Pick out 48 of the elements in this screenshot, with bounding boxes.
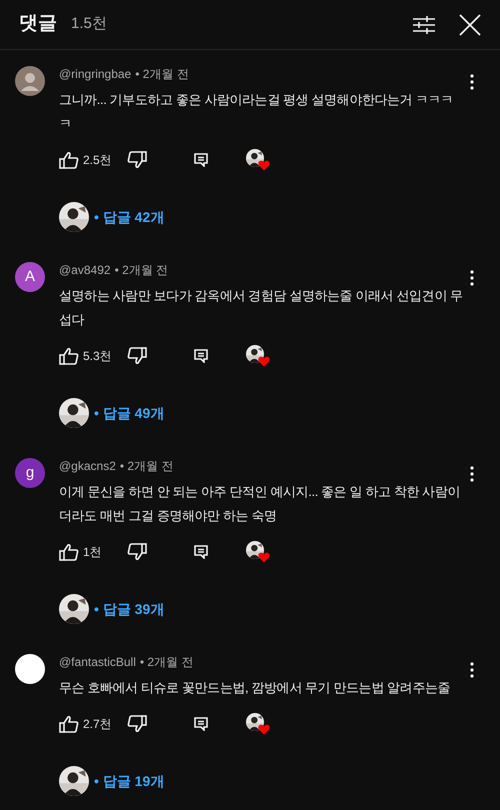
close-icon	[459, 14, 481, 36]
thumbs-up-icon	[59, 347, 79, 365]
comment-time: • 2개월 전	[114, 262, 168, 279]
thumbs-down-icon[interactable]	[127, 543, 147, 561]
reply-icon[interactable]	[194, 349, 208, 363]
thumbs-down-icon[interactable]	[127, 347, 147, 365]
comment-text: 설명하는 사람만 보다가 감옥에서 경험담 설명하는줄 이래서 선입견이 무섭다	[59, 287, 464, 329]
comments-title: 댓글	[19, 12, 57, 36]
heart-icon	[258, 356, 270, 367]
heart-icon	[258, 724, 270, 735]
comment-text: 그니까... 기부도하고 좋은 사람이라는걸 평생 설명해야한다는거 ㅋㅋㅋㅋ	[59, 91, 454, 133]
heart-icon	[258, 160, 270, 171]
replies-link[interactable]: • 답글 49개	[94, 402, 164, 424]
author-name[interactable]: @fantasticBull	[59, 653, 136, 671]
thumbs-up-icon	[59, 543, 79, 561]
more-icon	[470, 466, 474, 482]
sliders-icon	[412, 14, 436, 34]
comment-time: • 2개월 전	[135, 66, 189, 83]
thumbs-up-icon	[59, 715, 79, 733]
reply-icon[interactable]	[194, 717, 208, 731]
avatar[interactable]: g	[15, 458, 45, 488]
author-name[interactable]: @av8492	[59, 261, 111, 279]
author-name[interactable]: @gkacns2	[59, 457, 116, 475]
avatar-icon[interactable]	[15, 66, 45, 96]
thumbs-down-icon[interactable]	[127, 151, 147, 169]
thumbs-up-icon	[59, 151, 79, 169]
avatar[interactable]: A	[15, 262, 45, 292]
comment-count: 1.5천	[71, 14, 107, 34]
more-icon	[470, 662, 474, 678]
like-button[interactable]: 2.7천	[59, 715, 127, 733]
reply-icon[interactable]	[194, 153, 208, 167]
replies-link[interactable]: • 답글 42개	[94, 206, 164, 228]
like-button[interactable]: 2.5천	[59, 151, 127, 169]
comment-text: 이게 문신을 하면 안 되는 아주 단적인 예시지... 좋은 일 하고 착한 사람이더라도 매번 그걸 증명해야만 하는 숙명	[59, 483, 461, 525]
thumbs-down-icon[interactable]	[127, 715, 147, 733]
more-icon	[470, 270, 474, 286]
author-name[interactable]: @ringringbae	[59, 65, 132, 83]
comment-time: • 2개월 전	[120, 458, 174, 475]
like-button[interactable]: 1천	[59, 543, 127, 561]
replies-link[interactable]: • 답글 19개	[94, 770, 164, 792]
like-button[interactable]: 5.3천	[59, 347, 127, 365]
comment-text: 무슨 호빠에서 티슈로 꽃만드는법, 깜방에서 무기 만드는법 알려주는줄	[59, 679, 452, 697]
replies-link[interactable]: • 답글 39개	[94, 598, 164, 620]
reply-icon[interactable]	[194, 545, 208, 559]
avatar[interactable]	[15, 654, 45, 684]
heart-icon	[258, 552, 270, 563]
more-icon	[470, 74, 474, 90]
comment-time: • 2개월 전	[140, 654, 194, 671]
